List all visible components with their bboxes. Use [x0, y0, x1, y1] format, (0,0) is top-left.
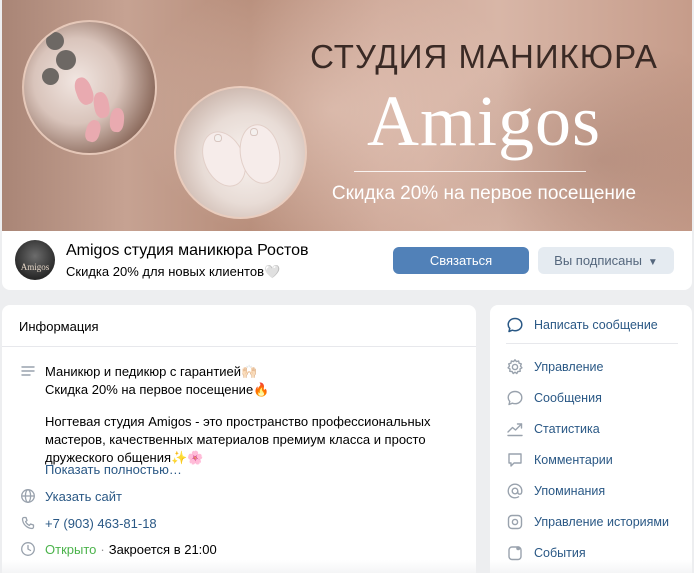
phone-icon [20, 515, 36, 531]
cover-promo: Скидка 20% на первое посещение [331, 183, 637, 204]
description-icon [20, 364, 36, 380]
phone-link[interactable]: +7 (903) 463-81-18 [45, 516, 157, 531]
sidebar-item-label: Статистика [534, 422, 600, 436]
divider [506, 343, 678, 344]
info-title: Информация [19, 319, 99, 334]
sidebar-item-label: Управление [534, 360, 604, 374]
open-status: Открыто [45, 542, 97, 557]
calendar-icon [506, 544, 524, 562]
sidebar-menu: Написать сообщение Управление Сообщения … [490, 305, 692, 573]
page-status: Скидка 20% для новых клиентов🤍 [66, 264, 281, 279]
website-link[interactable]: Указать сайт [45, 489, 122, 504]
sidebar-item-label: Комментарии [534, 453, 613, 467]
message-icon [506, 389, 524, 407]
message-icon [506, 316, 524, 334]
manicure-photo [22, 20, 157, 155]
sidebar-item-messages[interactable]: Сообщения [506, 388, 602, 408]
opening-hours: Открыто · Закроется в 21:00 [45, 542, 217, 557]
sidebar-item-label: Упоминания [534, 484, 606, 498]
sidebar-item-stories[interactable]: Управление историями [506, 512, 669, 532]
sidebar-item-statistics[interactable]: Статистика [506, 419, 600, 439]
chart-icon [506, 420, 524, 438]
chevron-down-icon: ▼ [647, 257, 658, 268]
sidebar-item-mentions[interactable]: Упоминания [506, 481, 605, 501]
subscribed-label: Вы подписаны [554, 253, 642, 268]
description: Маникюр и педикюр с гарантией🙌🏻 Скидка 2… [45, 363, 445, 467]
sidebar-item-comments[interactable]: Комментарии [506, 450, 613, 470]
sidebar-item-label: Написать сообщение [534, 318, 658, 332]
sidebar-item-manage[interactable]: Управление [506, 357, 604, 377]
cover-title: СТУДИЯ МАНИКЮРА [310, 38, 658, 75]
sidebar-item-label: Сообщения [534, 391, 602, 405]
description-paragraph: Ногтевая студия Amigos - это пространств… [45, 414, 431, 465]
cover-banner: СТУДИЯ МАНИКЮРА Amigos Скидка 20% на пер… [2, 0, 692, 231]
description-line: Маникюр и педикюр с гарантией🙌🏻 [45, 364, 258, 379]
pedicure-photo [174, 86, 307, 219]
gear-icon [506, 358, 524, 376]
cover-divider [354, 171, 586, 172]
stories-icon [506, 513, 524, 531]
sidebar-item-events[interactable]: События [506, 543, 586, 563]
clock-icon [20, 541, 36, 557]
show-more-link[interactable]: Показать полностью… [45, 462, 182, 477]
sidebar-item-write-message[interactable]: Написать сообщение [506, 315, 658, 335]
avatar-logo-text: Amigos [20, 262, 50, 272]
cover-brand: Amigos [366, 81, 602, 161]
subscribed-button[interactable]: Вы подписаны ▼ [538, 247, 674, 274]
avatar[interactable]: Amigos [15, 240, 55, 280]
sidebar-item-label: Управление историями [534, 515, 670, 529]
info-panel: Информация Маникюр и педикюр с гарантией… [2, 305, 476, 573]
comment-icon [506, 451, 524, 469]
description-line: Скидка 20% на первое посещение🔥 [45, 382, 270, 397]
community-header: Amigos Amigos студия маникюра Ростов Ски… [2, 231, 692, 290]
at-sign-icon [506, 482, 524, 500]
globe-icon [20, 488, 36, 504]
divider [2, 346, 476, 347]
contact-button[interactable]: Связаться [393, 247, 529, 274]
closing-time: Закроется в 21:00 [108, 542, 217, 557]
page-title: Amigos студия маникюра Ростов [66, 242, 309, 259]
sidebar-item-label: События [534, 546, 586, 560]
